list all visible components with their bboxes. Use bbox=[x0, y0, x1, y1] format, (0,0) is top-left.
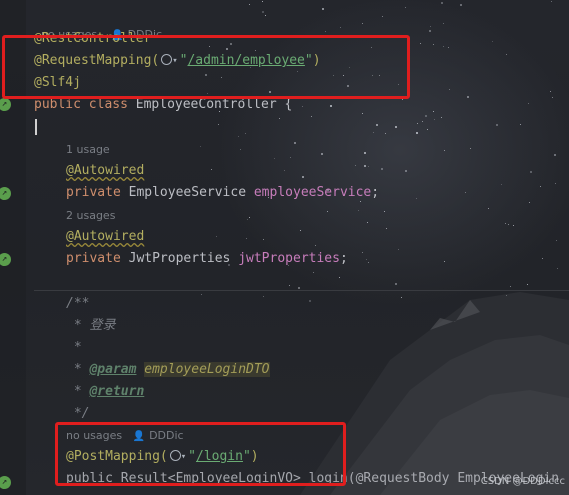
star-dot bbox=[529, 170, 532, 173]
annotation-autowired: @Autowired bbox=[66, 163, 145, 178]
star-dot bbox=[289, 156, 291, 158]
doc-comment-blank[interactable]: * bbox=[66, 337, 82, 359]
keyword-public: public bbox=[34, 97, 81, 112]
star-dot bbox=[448, 88, 450, 90]
method-separator bbox=[34, 290, 569, 291]
code-line-autowired-2[interactable]: @Autowired bbox=[66, 226, 144, 248]
star-dot bbox=[383, 210, 385, 212]
star-dot bbox=[464, 191, 466, 193]
keyword-class: class bbox=[88, 97, 128, 112]
doc-title: * 登录 bbox=[66, 318, 116, 333]
doc-star: * bbox=[66, 384, 90, 399]
star-dot bbox=[239, 148, 241, 150]
code-line-field-jwt-properties[interactable]: private JwtProperties jwtProperties; bbox=[66, 248, 348, 270]
star-dot bbox=[491, 40, 493, 42]
star-dot bbox=[283, 169, 285, 171]
star-dot bbox=[262, 238, 264, 240]
bean-gutter-icon[interactable]: ↗ bbox=[0, 98, 11, 111]
bean-gutter-icon[interactable]: ↗ bbox=[0, 476, 11, 489]
star-dot bbox=[363, 151, 366, 154]
star-dot bbox=[354, 165, 356, 167]
bean-gutter-icon[interactable]: ↗ bbox=[0, 187, 11, 200]
star-dot bbox=[366, 221, 368, 223]
field-usage-hint[interactable]: 2 usages bbox=[66, 207, 115, 225]
keyword-private: private bbox=[66, 185, 121, 200]
star-dot bbox=[528, 201, 530, 203]
star-dot bbox=[363, 164, 366, 167]
semicolon: ; bbox=[371, 185, 380, 200]
doc-comment-title[interactable]: * 登录 bbox=[66, 315, 116, 337]
code-line-field-employee-service[interactable]: private EmployeeService employeeService; bbox=[66, 182, 379, 204]
star-dot bbox=[504, 222, 506, 224]
star-dot bbox=[288, 284, 290, 286]
star-dot bbox=[329, 105, 332, 108]
class-usage-hint[interactable]: no usages 👤 DDDic bbox=[34, 8, 162, 41]
text-caret bbox=[35, 119, 37, 135]
star-dot bbox=[428, 29, 431, 32]
doc-close: */ bbox=[66, 406, 90, 421]
star-dot bbox=[487, 207, 489, 209]
doc-blank: * bbox=[66, 340, 82, 355]
doc-open: /** bbox=[66, 296, 90, 311]
keyword-private: private bbox=[66, 251, 121, 266]
star-dot bbox=[246, 218, 248, 220]
star-dot bbox=[539, 185, 541, 187]
doc-comment-open[interactable]: /** bbox=[66, 293, 89, 315]
doc-star: * bbox=[66, 362, 90, 377]
doc-return-tag: @return bbox=[89, 384, 145, 399]
field-name: employeeService bbox=[253, 185, 372, 200]
star-dot bbox=[261, 0, 263, 2]
star-dot bbox=[442, 22, 444, 24]
highlight-box-class-annotations bbox=[2, 35, 410, 99]
field-name: jwtProperties bbox=[238, 251, 340, 266]
field-usage-hint[interactable]: 1 usage bbox=[66, 141, 110, 159]
star-dot bbox=[443, 260, 445, 262]
usage-count[interactable]: 1 usage bbox=[66, 143, 110, 156]
bean-gutter-icon[interactable]: ↗ bbox=[0, 253, 11, 266]
doc-param-tag: @param bbox=[89, 362, 137, 377]
star-dot bbox=[394, 282, 397, 285]
star-dot bbox=[419, 43, 421, 44]
star-dot bbox=[433, 118, 435, 120]
star-dot bbox=[262, 295, 264, 297]
star-dot bbox=[217, 123, 219, 125]
star-dot bbox=[293, 142, 296, 145]
star-dot bbox=[550, 0, 552, 2]
usage-count[interactable]: 2 usages bbox=[66, 209, 115, 222]
annotation-autowired: @Autowired bbox=[66, 229, 145, 244]
star-dot bbox=[496, 123, 499, 126]
doc-comment-param[interactable]: * @param employeeLoginDTO bbox=[66, 359, 270, 381]
doc-comment-return[interactable]: * @return bbox=[66, 381, 144, 403]
star-dot bbox=[301, 105, 303, 107]
star-dot bbox=[308, 299, 311, 302]
field-type: JwtProperties bbox=[128, 251, 231, 266]
highlight-box-post-mapping bbox=[55, 422, 346, 486]
field-type: EmployeeService bbox=[128, 185, 247, 200]
doc-param-name: employeeLoginDTO bbox=[144, 362, 270, 377]
semicolon: ; bbox=[339, 251, 348, 266]
star-dot bbox=[361, 251, 363, 253]
star-dot bbox=[301, 175, 304, 178]
class-name: EmployeeController { bbox=[135, 97, 293, 112]
code-line-autowired-1[interactable]: @Autowired bbox=[66, 160, 144, 182]
csdn-watermark: CSDN @DDDIccc bbox=[480, 476, 565, 487]
star-dot bbox=[299, 229, 301, 231]
star-dot bbox=[401, 99, 403, 101]
star-dot bbox=[554, 182, 556, 184]
